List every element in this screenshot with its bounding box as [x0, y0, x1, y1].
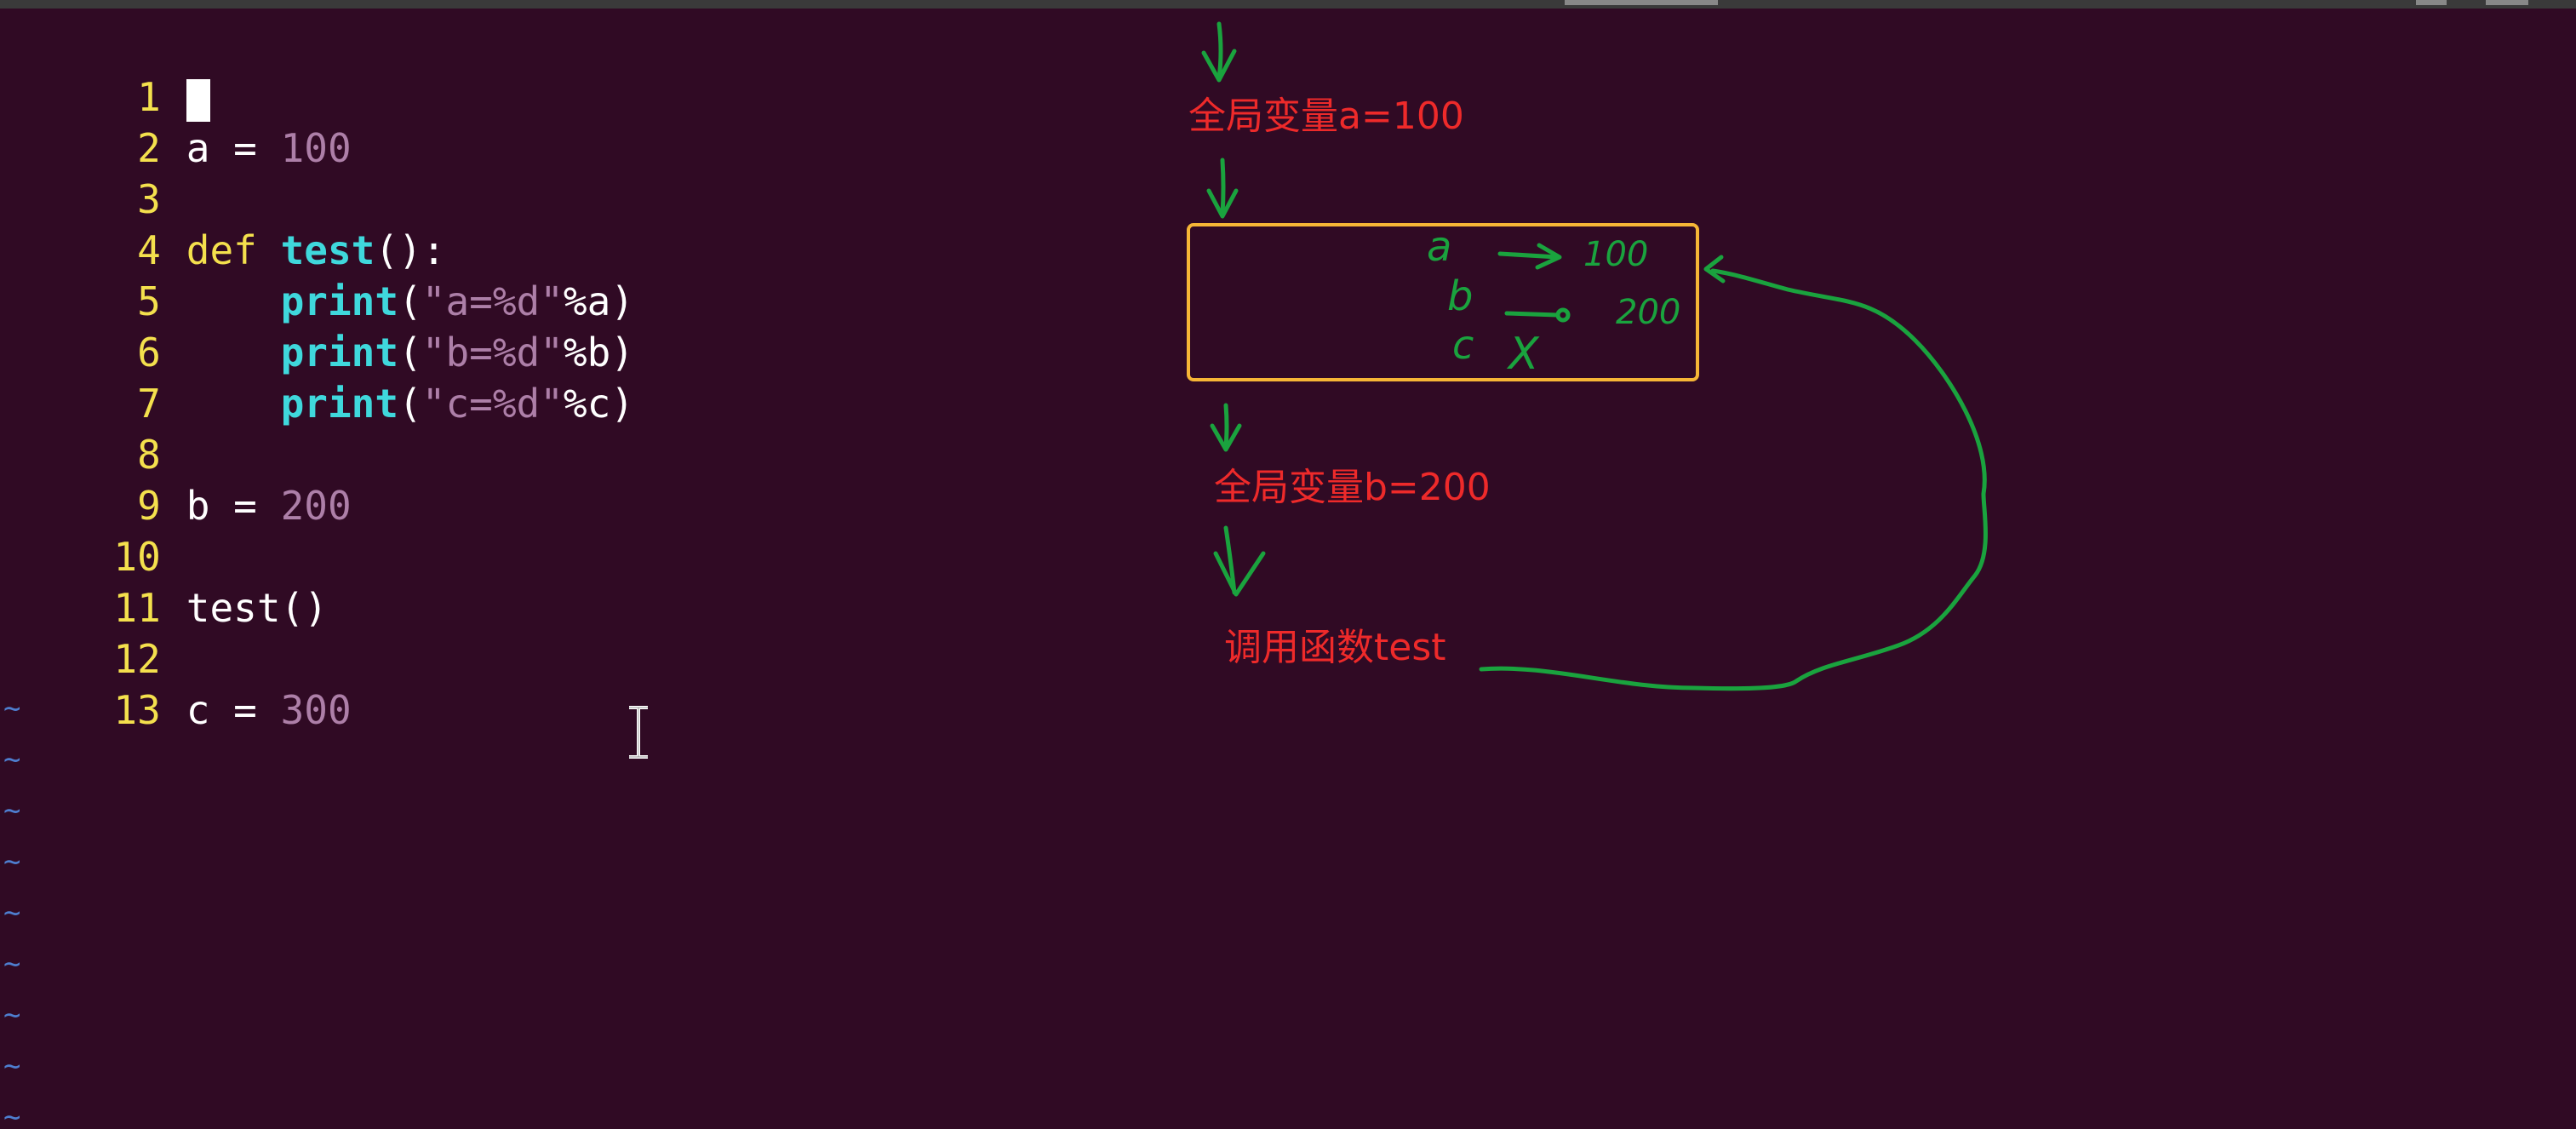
arrow-down-icon: [1223, 525, 1237, 595]
annotation-global-b: 全局变量b=200: [1214, 466, 1491, 509]
empty-line-tilde: ~: [3, 742, 21, 777]
empty-line-tilde: ~: [3, 1049, 21, 1083]
code-line: 2a = 100: [0, 72, 352, 171]
arrow-down-icon: [1220, 158, 1226, 217]
top-strip-mark: [2416, 0, 2447, 5]
code-line: 8: [0, 378, 161, 478]
empty-line-tilde: ~: [3, 896, 21, 930]
code-text: test(): [186, 585, 328, 631]
line-number: 13: [113, 687, 161, 733]
empty-line-tilde: ~: [3, 1100, 21, 1129]
box-val-a: 100: [1583, 235, 1649, 274]
empty-line-tilde: ~: [3, 845, 21, 879]
code-line: 10: [0, 480, 160, 580]
empty-line-tilde: ~: [3, 947, 21, 981]
code-line: 13 c = 300: [0, 633, 351, 733]
arrow-head-icon: [1206, 188, 1239, 219]
annotation-call-test: 调用函数test: [1224, 626, 1446, 669]
empty-line-tilde: ~: [3, 691, 21, 725]
code-line: 6 print("b=%d"%b): [0, 276, 634, 375]
code-line: 5 print("a=%d"%a): [0, 225, 634, 324]
annotation-global-a: 全局变量a=100: [1188, 95, 1464, 138]
code-line: 4 def test():: [0, 174, 445, 273]
code-line: 9b = 200: [0, 429, 352, 529]
code-text: b = 200: [186, 483, 352, 529]
arrow-head-icon: [1210, 423, 1242, 452]
arrow-head-icon: [1703, 255, 1726, 284]
top-strip-mark: [2486, 0, 2528, 5]
ibeam-cursor-icon: [629, 706, 648, 759]
code-line: 11 test(): [0, 531, 328, 631]
empty-line-tilde: ~: [3, 998, 21, 1032]
box-var-b: b: [1447, 272, 1474, 320]
box-c-undefined-mark: X: [1508, 329, 1539, 380]
arrow-down-icon: [1223, 403, 1229, 450]
arrow-head-icon: [1213, 551, 1266, 597]
code-line: 12: [0, 582, 160, 682]
box-var-a: a: [1427, 223, 1452, 271]
code-line: 7 print("c=%d"%c): [0, 327, 634, 427]
window-top-strip: [0, 0, 2576, 9]
code-line: 3: [0, 123, 161, 222]
box-var-c: c: [1452, 322, 1474, 368]
arrow-head-icon: [1201, 49, 1237, 83]
arrow-down-icon: [1216, 21, 1223, 81]
vim-editor[interactable]: 1 2a = 100 3 4 def test(): 5 print("a=%d"…: [0, 10, 1107, 1129]
code-text: print("c=%d"%c): [280, 381, 635, 427]
top-strip-mark: [1565, 0, 1718, 5]
code-text: a = 100: [186, 125, 352, 171]
code-text: c = 300: [186, 687, 352, 733]
empty-line-tilde: ~: [3, 794, 21, 828]
box-val-b: 200: [1616, 293, 1681, 332]
code-line: 1: [0, 20, 210, 122]
